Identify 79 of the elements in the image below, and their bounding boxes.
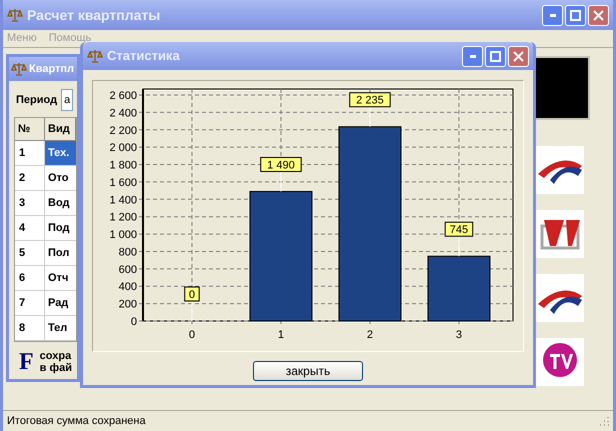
minimize-button[interactable] <box>462 46 483 66</box>
maximize-icon <box>490 50 501 62</box>
close-window-button[interactable]: закрыть <box>253 361 363 381</box>
leader-line <box>369 106 370 128</box>
y-tick-label: 2 400 <box>109 107 137 120</box>
y-tick-label: 400 <box>118 281 137 294</box>
table-cell: 4 <box>15 216 45 240</box>
channel-logo-icon <box>536 146 584 194</box>
scales-icon <box>87 48 103 64</box>
table-cell: 8 <box>15 316 45 340</box>
channel-logo-icon <box>536 274 584 322</box>
y-tick-label: 1 200 <box>109 212 137 224</box>
close-icon <box>593 10 604 20</box>
y-tick-label: 2 600 <box>109 90 137 102</box>
table-cell: 6 <box>15 266 45 290</box>
table-cell: 3 <box>15 191 45 215</box>
value-label: 1 490 <box>260 156 302 172</box>
footer-text: сохра <box>40 350 72 362</box>
minimize-icon <box>550 14 556 16</box>
table-cell: 2 <box>15 166 45 190</box>
close-button[interactable] <box>508 46 529 66</box>
leader-line <box>191 300 192 322</box>
status-text: Итоговая сумма сохранена <box>7 414 146 429</box>
close-button[interactable] <box>588 4 609 26</box>
channel-logo-icon <box>536 210 584 258</box>
column-header[interactable]: Вид <box>45 118 76 141</box>
data-label: 0 <box>188 289 196 301</box>
table-cell[interactable]: Ото <box>45 166 76 190</box>
y-tick-label: 1 600 <box>109 176 137 189</box>
table-cell[interactable]: Рад <box>45 291 76 315</box>
data-label: 1 490 <box>267 159 295 172</box>
x-tick-label: 2 <box>366 329 374 341</box>
data-label: 2 235 <box>356 94 384 107</box>
window-title: Квартпл <box>29 62 74 77</box>
y-tick-label: 0 <box>130 316 137 328</box>
y-tick-label: 1 400 <box>109 194 137 206</box>
value-label: 745 <box>444 222 474 237</box>
resize-grip-icon <box>599 416 609 426</box>
minimize-icon <box>470 54 476 58</box>
column-header[interactable]: № <box>15 118 45 141</box>
bar <box>427 256 490 322</box>
footer-text: в фай <box>40 362 72 374</box>
minimize-button[interactable] <box>542 4 563 26</box>
period-label: Период <box>16 92 58 108</box>
channel-logo-icon <box>536 338 584 386</box>
y-tick-label: 200 <box>118 298 137 311</box>
window-title: Статистика <box>107 47 181 66</box>
y-tick-label: 2 000 <box>109 142 137 154</box>
y-tick-label: 2 200 <box>109 124 137 137</box>
table-cell[interactable]: Под <box>45 216 76 240</box>
x-tick-label: 3 <box>456 329 462 341</box>
table-cell: 5 <box>15 241 45 265</box>
table-cell[interactable]: Пол <box>45 241 76 265</box>
table-cell[interactable]: Вод <box>45 191 76 215</box>
scales-icon <box>11 61 27 77</box>
table-cell: 7 <box>15 291 45 315</box>
scales-icon <box>7 7 23 23</box>
file-icon: F <box>19 350 34 374</box>
maximize-button[interactable] <box>565 4 586 26</box>
data-label: 745 <box>450 224 468 236</box>
maximize-icon <box>570 10 581 20</box>
y-tick-label: 800 <box>118 246 137 258</box>
leader-line <box>458 236 460 257</box>
maximize-button[interactable] <box>485 46 506 66</box>
table-cell[interactable]: Тел <box>45 316 76 340</box>
y-tick-label: 600 <box>118 264 137 276</box>
period-field[interactable]: а <box>61 89 74 111</box>
table-cell[interactable]: Тех. <box>45 141 76 165</box>
x-tick-label: 1 <box>278 329 284 341</box>
value-label: 2 235 <box>349 92 391 108</box>
y-tick-label: 1 800 <box>109 160 137 172</box>
value-label: 0 <box>184 286 200 302</box>
close-icon <box>513 50 524 62</box>
table-cell[interactable]: Отч <box>45 266 76 290</box>
window-title: Расчет квартплаты <box>27 6 162 25</box>
x-tick-label: 0 <box>188 329 195 341</box>
leader-line <box>280 170 282 192</box>
video-preview <box>533 56 590 120</box>
y-tick-label: 1 000 <box>109 229 137 242</box>
